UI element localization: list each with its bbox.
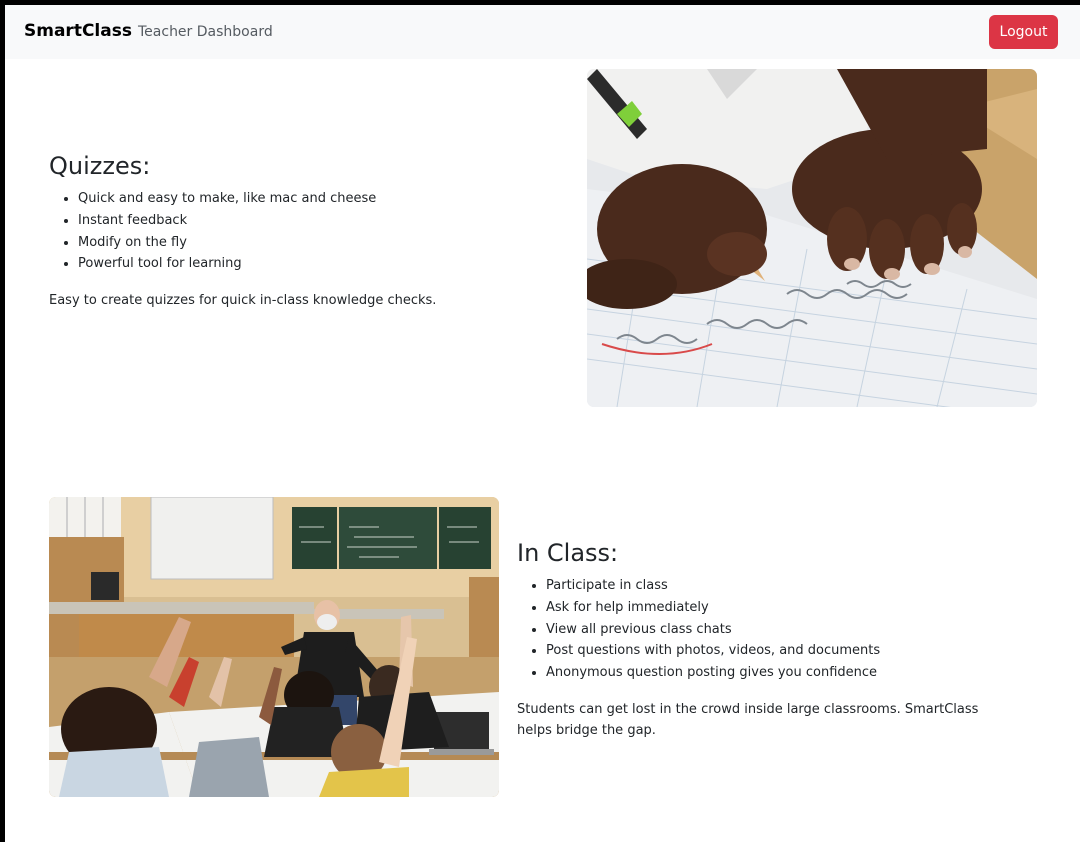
quizzes-description: Easy to create quizzes for quick in-clas… [49, 293, 437, 308]
list-item: Post questions with photos, videos, and … [546, 640, 1037, 662]
in-class-feature-list: Participate in class Ask for help immedi… [517, 575, 1037, 684]
classroom-photo [49, 497, 499, 797]
window-frame-left [0, 0, 5, 842]
list-item: Instant feedback [78, 210, 549, 232]
list-item: Quick and easy to make, like mac and che… [78, 188, 549, 210]
quizzes-feature-list: Quick and easy to make, like mac and che… [49, 188, 549, 275]
list-item: Anonymous question posting gives you con… [546, 662, 1037, 684]
nav-link-teacher-dashboard[interactable]: Teacher Dashboard [138, 24, 273, 40]
list-item: Ask for help immediately [546, 597, 1037, 619]
navbar: SmartClass Teacher Dashboard Logout [5, 5, 1080, 59]
list-item: Modify on the fly [78, 232, 549, 254]
list-item: View all previous class chats [546, 619, 1037, 641]
quizzes-heading: Quizzes: [49, 152, 151, 180]
in-class-description: Students can get lost in the crowd insid… [517, 702, 979, 738]
logout-button[interactable]: Logout [989, 15, 1058, 49]
quiz-writing-photo [587, 69, 1037, 407]
in-class-heading: In Class: [517, 539, 619, 567]
list-item: Participate in class [546, 575, 1037, 597]
list-item: Powerful tool for learning [78, 253, 549, 275]
brand-link[interactable]: SmartClass [24, 21, 132, 41]
